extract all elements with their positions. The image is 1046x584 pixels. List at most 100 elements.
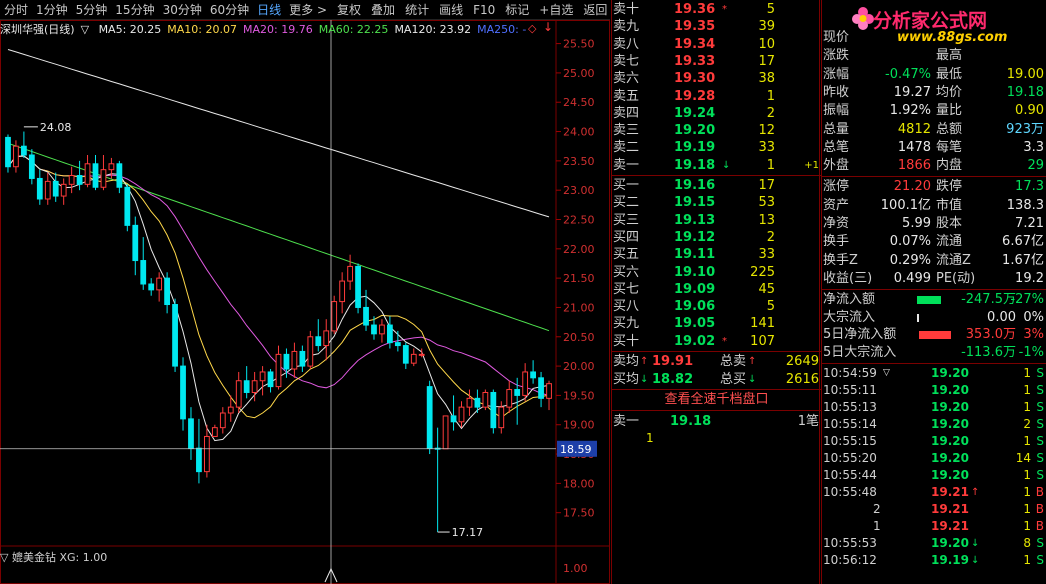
bid-row-1[interactable]: 买二 19.15 53 [612,194,821,211]
ask-volume: 39 [758,19,775,35]
y-tick-label: 19.50 [563,389,595,402]
y-tick-label: 22.50 [563,214,595,227]
ask-row-6[interactable]: 卖四 19.24 2 [612,105,821,122]
ask-row-2[interactable]: 卖八 19.34 10 [612,36,821,53]
bid-volume: 33 [758,247,775,263]
bid-price: 19.15 [674,195,716,211]
candle-body [196,447,202,473]
bid-row-4[interactable]: 买五 19.11 33 [612,246,821,263]
quote-value: 0.29% [889,252,931,268]
ask1-detail-row[interactable]: 卖一 19.18 1笔 [612,413,821,430]
toolbar-action-5[interactable]: 标记 [501,0,533,20]
bid-arrow-icon: * [722,335,727,347]
bid-price: 19.06 [674,299,716,315]
ask-row-5[interactable]: 卖五 19.28 1 [612,88,821,105]
legend-marker[interactable]: ▽ [81,23,89,36]
tick-price: 19.20 [931,400,969,415]
candle-body [68,175,75,185]
bid-row-6[interactable]: 买七 19.09 45 [612,281,821,298]
candle-body [506,389,513,408]
tick-time: 10:55:13 [823,400,877,415]
ask-row-1[interactable]: 卖九 19.35 39 [612,18,821,35]
period-tab-4[interactable]: 30分钟 [159,0,206,20]
money-flow-bar [917,296,941,305]
tick-price: 19.21 [931,519,969,534]
period-tab-2[interactable]: 5分钟 [72,0,112,20]
kline-chart[interactable]: 25.50 25.00 24.50 24.00 23.50 23.00 22.50 22.00… [0,20,610,584]
toolbar-action-6[interactable]: +自选 [535,0,577,20]
period-tab-6[interactable]: 日线 [253,0,285,20]
tick-side: S [1036,434,1044,449]
tick-time: 10:55:14 [823,417,877,432]
bid-price: 19.09 [674,281,716,297]
money-flow-row-2: 5日净流入额 353.0万 3% [821,326,1046,344]
toolbar-action-3[interactable]: 画线 [435,0,467,20]
bid-price: 19.13 [674,212,716,228]
candle-body [52,180,59,197]
quote-row-12: 换手Z 0.29% 流通Z 1.67亿 [821,252,1046,270]
candle-body [156,277,163,291]
candle-body [538,377,544,399]
down-arrow-icon[interactable]: ↓ [543,20,553,34]
candle-body [474,397,481,408]
ask-level-label: 卖七 [613,53,640,69]
money-flow-label: 5日大宗流入 [823,344,897,360]
bid-volume: 17 [758,178,775,193]
candle-body [36,177,43,200]
bid-row-5[interactable]: 买六 19.10 225 [612,264,821,281]
quote-label: 昨收 [823,84,850,100]
candle-body [13,145,19,168]
tick-price: 19.20 [931,451,969,466]
candle-body [60,183,67,197]
book-divider [612,175,821,176]
toolbar-action-4[interactable]: F10 [469,0,499,20]
toolbar-action-0[interactable]: 复权 [333,0,365,20]
toolbar-action-7[interactable]: 返回 [579,0,611,20]
sub-indicator-legend[interactable]: ▽ 媲美金钻 XG: 1.00 [0,549,107,564]
period-tab-7[interactable]: 更多 > [285,0,331,20]
bid-row-7[interactable]: 买八 19.06 5 [612,298,821,315]
ma-legend-5: MA250: - [477,23,527,36]
y-tick-label: 24.50 [563,96,595,109]
period-tab-5[interactable]: 60分钟 [206,0,253,20]
toolbar-action-1[interactable]: 叠加 [367,0,399,20]
quote-value: 19.27 [893,84,931,100]
ma-legend-1: MA10: 20.07 [167,23,237,36]
candle-body [466,397,473,408]
quote-row-4: 振幅 1.92% 量比 0.90 [821,102,1046,120]
bid-level-label: 买八 [613,299,640,315]
ask-row-9[interactable]: 卖一 19.18 ↓ 1 +1 [612,157,821,174]
ask-row-0[interactable]: 卖十 19.36 * 5 [612,1,821,18]
bid-row-9[interactable]: 买十 19.02 * 107 [612,333,821,350]
tick-row-8: 2 19.21 1 B [821,501,1046,518]
candle-body [347,265,353,282]
tick-price: 19.20 [931,468,969,483]
period-tab-0[interactable]: 分时 [0,0,32,20]
bid-volume: 45 [758,281,775,297]
flow-divider [821,289,1046,291]
bid-row-2[interactable]: 买三 19.13 13 [612,212,821,229]
quote-row-2: 涨幅 -0.47% 最低 19.00 [821,66,1046,84]
y-tick-label: 17.50 [563,507,595,520]
ask-row-7[interactable]: 卖三 19.20 12 [612,122,821,139]
candle-body [259,371,266,382]
ask-row-3[interactable]: 卖七 19.33 17 [612,53,821,70]
period-tab-3[interactable]: 15分钟 [111,0,158,20]
candle-body [100,169,107,188]
ask-price: 19.30 [674,71,716,87]
ask-row-8[interactable]: 卖二 19.19 33 [612,139,821,156]
period-tab-1[interactable]: 1分钟 [32,0,72,20]
diamond-icon[interactable]: ◇ [528,22,536,35]
bid-price: 19.02 [674,333,716,349]
y-tick-label: 24.00 [563,126,595,139]
toolbar-action-2[interactable]: 统计 [401,0,433,20]
bid-row-0[interactable]: 买一 19.16 17 [612,177,821,194]
bid-row-8[interactable]: 买九 19.05 141 [612,315,821,332]
y-tick-label: 20.50 [563,331,595,344]
quote-label-2: 市值 [936,197,963,213]
view-full-book-button[interactable]: 查看全速千档盘口 [612,391,821,409]
bid-row-3[interactable]: 买四 19.12 2 [612,229,821,246]
ask-row-4[interactable]: 卖六 19.30 38 [612,70,821,87]
ma-legend-0: MA5: 20.25 [98,23,162,36]
tick-row-11: 10:56:12 19.19 ↓ 1 S [821,552,1046,569]
